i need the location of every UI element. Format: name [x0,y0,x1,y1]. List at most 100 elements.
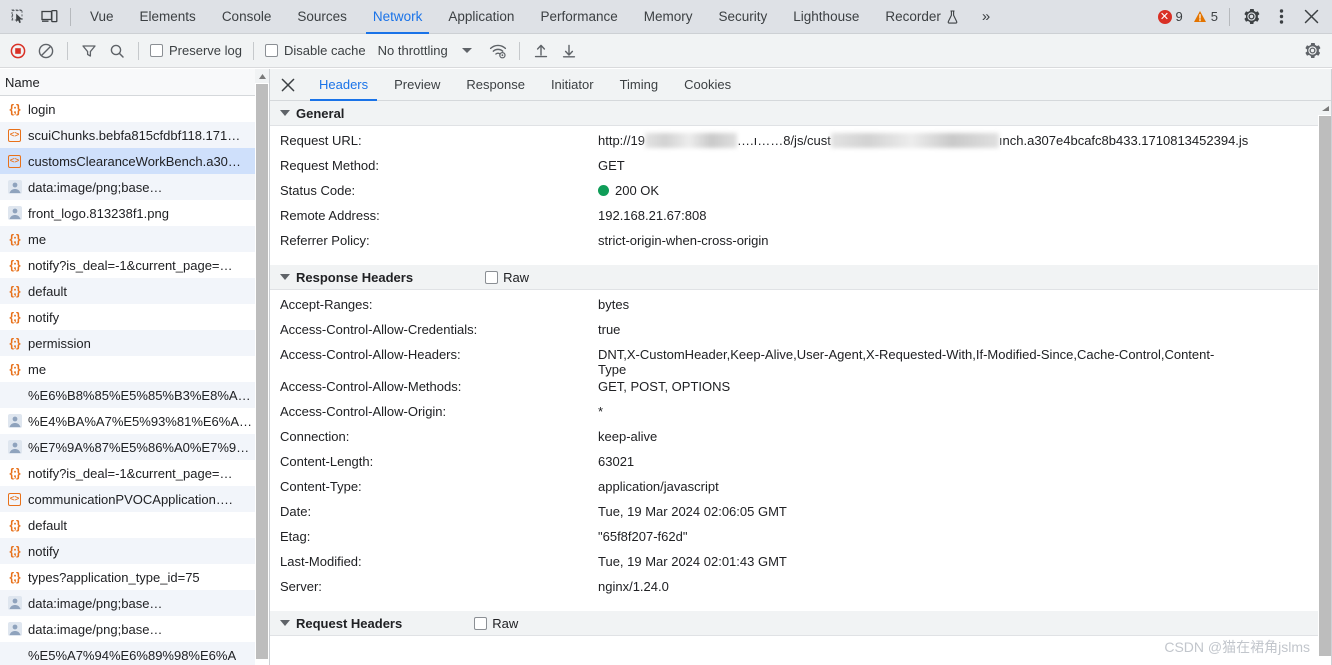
request-list-item[interactable]: {;} default [0,278,269,304]
json-icon: {;} [9,310,20,324]
tab-sources[interactable]: Sources [284,0,360,34]
tab-preview[interactable]: Preview [381,69,453,101]
request-list[interactable]: {;} login <> scuiChunks.bebfa815cfdbf118.17… [0,96,269,665]
network-settings-gear-icon[interactable] [1298,39,1326,63]
network-filter-toolbar: Preserve log Disable cache No throttling [0,34,1332,68]
detail-tab-label: Headers [319,77,369,92]
image-thumbnail-icon [6,205,23,222]
section-title: General [296,105,345,121]
redacted-region [830,133,999,148]
request-list-item[interactable]: %E7%9A%87%E5%86%A0%E7%9… [0,434,269,460]
network-conditions-icon[interactable] [484,39,512,63]
tab-initiator[interactable]: Initiator [538,69,607,101]
error-count-button[interactable]: ✕ 9 [1153,9,1188,24]
preserve-log-checkbox[interactable]: Preserve log [146,43,246,58]
chevron-down-icon [280,620,290,626]
tab-application[interactable]: Application [435,0,527,34]
request-list-item[interactable]: {;} login [0,96,269,122]
request-list-item[interactable]: front_logo.813238f1.png [0,200,269,226]
request-list-item[interactable]: {;} me [0,356,269,382]
throttling-select[interactable]: No throttling [370,43,450,58]
sidebar-scrollbar[interactable] [255,69,269,665]
tab-elements[interactable]: Elements [127,0,209,34]
request-raw-checkbox[interactable]: Raw [474,616,518,631]
response-header-row: Date: Tue, 19 Mar 2024 02:06:05 GMT [270,503,1318,528]
more-options-icon[interactable] [1266,4,1296,30]
request-list-item[interactable]: {;} permission [0,330,269,356]
tab-recorder[interactable]: Recorder [872,0,972,34]
header-value: bytes [598,297,630,312]
request-name: scuiChunks.bebfa815cfdbf118.171… [28,127,241,143]
request-detail-panel: Headers Preview Response Initiator Timin… [270,69,1332,665]
gear-icon[interactable] [1236,4,1266,30]
response-raw-checkbox[interactable]: Raw [485,270,529,285]
search-icon[interactable] [103,39,131,63]
export-har-icon[interactable] [555,39,583,63]
chevron-down-icon[interactable] [461,48,472,53]
request-list-item[interactable]: <> scuiChunks.bebfa815cfdbf118.171… [0,122,269,148]
request-list-panel: Name {;} login <> scuiChunks.bebfa815cfdbf1… [0,69,270,665]
tab-label: Network [372,9,423,24]
request-list-item[interactable]: %E6%B8%85%E5%85%B3%E8%A… [0,382,269,408]
tab-cookies[interactable]: Cookies [671,69,744,101]
image-thumbnail-icon [6,179,23,196]
request-list-item[interactable]: data:image/png;base… [0,616,269,642]
more-tabs-button[interactable]: » [972,0,999,34]
tab-console[interactable]: Console [209,0,285,34]
request-list-item[interactable]: {;} types?application_type_id=75 [0,564,269,590]
close-icon[interactable] [1296,4,1326,30]
section-request-headers-header[interactable]: Request Headers Raw [270,611,1318,636]
row-value: GET [598,158,625,173]
request-list-item[interactable]: %E4%BA%A7%E5%93%81%E6%A… [0,408,269,434]
tab-label: Console [221,9,272,24]
image-thumbnail-icon [6,439,23,456]
close-panel-icon[interactable] [274,72,302,98]
url-prefix: http://19 [598,133,645,148]
request-list-item[interactable]: {;} notify [0,304,269,330]
tab-performance[interactable]: Performance [527,0,630,34]
scrollbar-thumb[interactable] [256,84,268,659]
request-list-item[interactable]: {;} default [0,512,269,538]
section-response-headers-header[interactable]: Response Headers Raw [270,265,1318,290]
scrollbar-thumb[interactable] [1319,116,1331,656]
disable-cache-label: Disable cache [283,43,366,58]
tab-security[interactable]: Security [706,0,781,34]
record-stop-icon[interactable] [4,39,32,63]
detail-scrollbar[interactable] [1318,101,1332,665]
import-har-icon[interactable] [527,39,555,63]
request-list-item[interactable]: {;} me [0,226,269,252]
json-icon: {;} [9,518,20,532]
inspect-element-icon[interactable] [4,4,34,30]
tab-memory[interactable]: Memory [631,0,706,34]
raw-label: Raw [492,615,519,631]
devtools-main-toolbar: Vue Elements Console Sources Network App… [0,0,1332,34]
response-header-row: Server: nginx/1.24.0 [270,578,1318,603]
scroll-up-arrow-icon[interactable] [255,69,269,83]
disable-cache-checkbox[interactable]: Disable cache [261,43,370,58]
request-list-item[interactable]: <> communicationPVOCApplication…. [0,486,269,512]
request-list-item[interactable]: data:image/png;base… [0,174,269,200]
tab-vue[interactable]: Vue [77,0,127,34]
section-general-header[interactable]: General [270,101,1318,126]
row-key: Request URL: [280,133,362,148]
device-toolbar-icon[interactable] [34,4,64,30]
filter-icon[interactable] [75,39,103,63]
request-list-item[interactable]: {;} notify?is_deal=-1&current_page=… [0,460,269,486]
request-list-item[interactable]: {;} notify [0,538,269,564]
request-name: %E7%9A%87%E5%86%A0%E7%9… [28,439,250,455]
tab-timing[interactable]: Timing [607,69,672,101]
request-list-item[interactable]: <> customsClearanceWorkBench.a30… [0,148,269,174]
request-list-item[interactable]: {;} notify?is_deal=-1&current_page=… [0,252,269,278]
response-header-row: Content-Length: 63021 [270,453,1318,478]
warning-count-button[interactable]: 5 [1188,9,1223,24]
clear-network-log-icon[interactable] [32,39,60,63]
request-list-item[interactable]: %E5%A7%94%E6%89%98%E6%A [0,642,269,665]
redacted-region [644,133,737,148]
tab-network[interactable]: Network [360,0,436,34]
tab-lighthouse[interactable]: Lighthouse [780,0,872,34]
scroll-up-arrow-icon[interactable] [1318,101,1332,115]
request-list-item[interactable]: data:image/png;base… [0,590,269,616]
tab-response[interactable]: Response [453,69,538,101]
tab-headers[interactable]: Headers [306,69,381,101]
section-title: Request Headers [296,615,403,631]
